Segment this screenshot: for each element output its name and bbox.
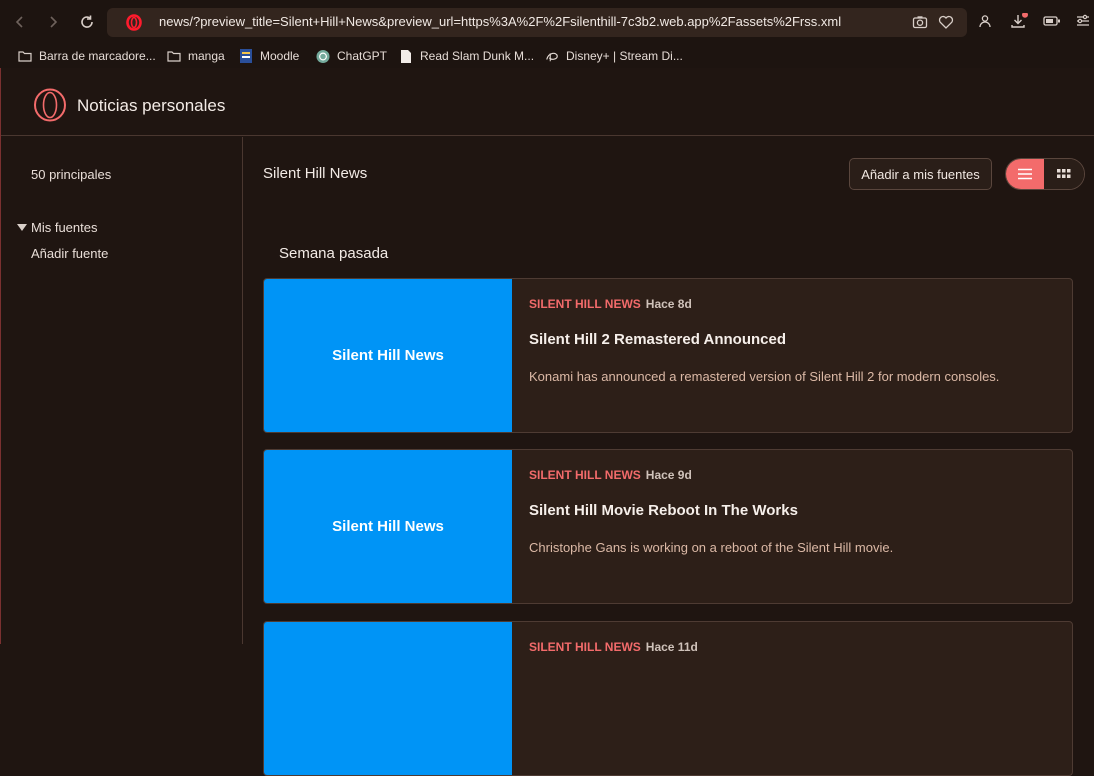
bookmark-item[interactable]: Barra de marcadore... bbox=[18, 47, 156, 65]
easy-setup-icon[interactable] bbox=[1076, 14, 1090, 28]
list-view-button[interactable] bbox=[1006, 159, 1044, 189]
bookmark-item[interactable]: manga bbox=[167, 47, 225, 65]
section-title: Semana pasada bbox=[279, 245, 389, 262]
caret-down-icon bbox=[17, 223, 27, 231]
article-card[interactable]: SILENT HILL NEWS Hace 11d bbox=[263, 621, 1073, 776]
bookmarks-bar: Barra de marcadore... manga Moodle ChatG… bbox=[0, 44, 1094, 68]
sidebar-item-my-sources[interactable]: Mis fuentes bbox=[17, 220, 97, 235]
bookmark-item[interactable]: ChatGPT bbox=[316, 47, 387, 65]
address-bar[interactable]: news/?preview_title=Silent+Hill+News&pre… bbox=[107, 8, 967, 37]
article-title[interactable]: Silent Hill 2 Remastered Announced bbox=[529, 331, 786, 348]
folder-icon bbox=[167, 49, 181, 63]
page-icon bbox=[399, 49, 413, 63]
url-text[interactable]: news/?preview_title=Silent+Hill+News&pre… bbox=[159, 14, 841, 29]
article-description: Konami has announced a remastered versio… bbox=[529, 369, 1000, 384]
bookmark-label: ChatGPT bbox=[337, 49, 388, 63]
bookmark-item[interactable]: Read Slam Dunk M... bbox=[399, 47, 534, 65]
opera-logo-icon bbox=[126, 14, 142, 31]
back-button[interactable] bbox=[9, 11, 31, 33]
article-thumbnail: Silent Hill News bbox=[264, 450, 512, 603]
disney-icon bbox=[545, 49, 559, 63]
downloads-icon[interactable] bbox=[1010, 13, 1028, 29]
article-meta: SILENT HILL NEWS Hace 9d bbox=[529, 468, 692, 482]
article-title[interactable]: Silent Hill Movie Reboot In The Works bbox=[529, 502, 798, 519]
feed-preview: Silent Hill News Añadir a mis fuentes Se… bbox=[243, 137, 1094, 776]
article-source: SILENT HILL NEWS bbox=[529, 297, 641, 311]
grid-view-button[interactable] bbox=[1044, 159, 1084, 189]
article-source: SILENT HILL NEWS bbox=[529, 468, 641, 482]
article-thumbnail: Silent Hill News bbox=[264, 279, 512, 432]
news-page: Noticias personales 50 principales Mis f… bbox=[0, 68, 1094, 776]
article-meta: SILENT HILL NEWS Hace 11d bbox=[529, 640, 698, 654]
app-header: Noticias personales bbox=[1, 68, 1094, 136]
article-card[interactable]: Silent Hill News SILENT HILL NEWS Hace 8d… bbox=[263, 278, 1073, 433]
forward-icon bbox=[50, 16, 58, 28]
browser-toolbar: news/?preview_title=Silent+Hill+News&pre… bbox=[0, 0, 1094, 44]
grid-icon bbox=[1057, 169, 1071, 178]
sidebar-item-add-source[interactable]: Añadir fuente bbox=[31, 246, 108, 261]
article-meta: SILENT HILL NEWS Hace 8d bbox=[529, 297, 692, 311]
forward-button[interactable] bbox=[42, 11, 64, 33]
bookmark-item[interactable]: Moodle bbox=[239, 47, 299, 65]
bookmark-label: Disney+ | Stream Di... bbox=[566, 49, 683, 63]
feed-title: Silent Hill News bbox=[263, 165, 368, 182]
article-age: Hace 8d bbox=[645, 297, 692, 311]
bookmark-label: manga bbox=[188, 49, 225, 63]
reload-button[interactable] bbox=[76, 11, 98, 33]
heart-icon[interactable] bbox=[938, 14, 954, 30]
camera-icon[interactable] bbox=[912, 14, 928, 30]
bookmark-label: Read Slam Dunk M... bbox=[420, 49, 535, 63]
chatgpt-icon bbox=[316, 49, 330, 63]
add-to-sources-button[interactable]: Añadir a mis fuentes bbox=[849, 158, 992, 190]
bookmark-label: Moodle bbox=[260, 49, 300, 63]
page-title: Noticias personales bbox=[77, 96, 226, 115]
battery-icon[interactable] bbox=[1043, 15, 1061, 27]
moodle-icon bbox=[239, 49, 253, 63]
article-source: SILENT HILL NEWS bbox=[529, 640, 641, 654]
folder-icon bbox=[18, 49, 32, 63]
article-age: Hace 11d bbox=[645, 640, 698, 654]
article-description: Christophe Gans is working on a reboot o… bbox=[529, 540, 894, 555]
view-toggle bbox=[1005, 158, 1085, 190]
sidebar-item-top[interactable]: 50 principales bbox=[31, 167, 111, 182]
account-icon[interactable] bbox=[978, 14, 992, 28]
reload-icon bbox=[81, 15, 93, 28]
bookmark-item[interactable]: Disney+ | Stream Di... bbox=[545, 47, 683, 65]
sidebar: 50 principales Mis fuentes Añadir fuente bbox=[1, 137, 243, 644]
opera-logo-icon bbox=[34, 88, 66, 122]
bookmark-label: Barra de marcadore... bbox=[39, 49, 156, 63]
article-card[interactable]: Silent Hill News SILENT HILL NEWS Hace 9d… bbox=[263, 449, 1073, 604]
list-icon bbox=[1018, 168, 1032, 180]
sidebar-item-label: Mis fuentes bbox=[31, 220, 98, 235]
article-age: Hace 9d bbox=[645, 468, 692, 482]
back-icon bbox=[15, 16, 23, 28]
article-thumbnail bbox=[264, 622, 512, 775]
